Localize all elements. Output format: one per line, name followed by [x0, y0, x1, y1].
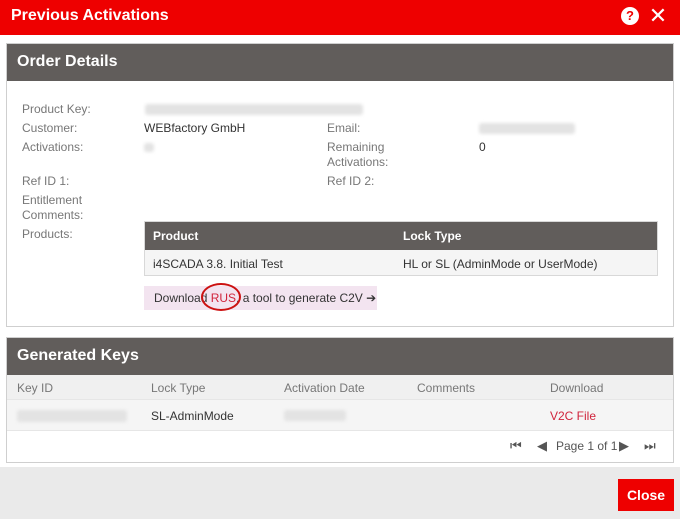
close-icon[interactable]: ✕ — [648, 4, 668, 28]
pagination: ⏮ ◀ Page 1 of 1 ▶ ⏭ — [7, 431, 673, 463]
download-rus-hint: Download RUS, a tool to generate C2V ➔ — [144, 283, 377, 311]
product-key-label: Product Key: — [22, 102, 91, 116]
col-comments[interactable]: Comments — [417, 381, 475, 395]
customer-label: Customer: — [22, 121, 78, 135]
col-download[interactable]: Download — [550, 381, 603, 395]
col-activation-date[interactable]: Activation Date — [284, 381, 365, 395]
page-indicator: Page 1 of 1 — [556, 439, 618, 453]
product-lock-type: HL or SL (AdminMode or UserMode) — [403, 257, 598, 271]
dialog-footer: Close — [0, 467, 680, 519]
keys-table-header: Key ID Lock Type Activation Date Comment… — [7, 375, 673, 399]
email-value-redacted — [479, 123, 575, 134]
highlight-circle-annotation — [201, 283, 241, 311]
products-label: Products: — [22, 227, 73, 241]
entitlement-label-line2: Comments: — [22, 208, 84, 222]
product-name: i4SCADA 3.8. Initial Test — [153, 257, 283, 271]
v2c-file-link[interactable]: V2C File — [550, 409, 596, 423]
email-label: Email: — [327, 121, 361, 135]
dialog-titlebar: Previous Activations ? ✕ — [0, 0, 680, 35]
table-row: SL-AdminMode V2C File — [7, 399, 673, 431]
dialog-body: Order Details Product Key: Customer: WEB… — [0, 35, 680, 467]
activations-value-redacted — [144, 143, 154, 152]
remaining-label-line1: Remaining — [327, 140, 385, 154]
last-page-icon[interactable]: ⏭ — [644, 438, 656, 454]
customer-value: WEBfactory GmbH — [144, 121, 246, 135]
dialog-title: Previous Activations — [11, 7, 169, 24]
first-page-icon[interactable]: ⏮ — [510, 438, 522, 454]
activation-date-redacted — [284, 410, 346, 421]
entitlement-label-line1: Entitlement — [22, 193, 83, 207]
col-product: Product — [153, 229, 199, 243]
products-table: Product Lock Type i4SCADA 3.8. Initial T… — [144, 221, 658, 276]
products-table-header: Product Lock Type — [145, 222, 657, 250]
close-button[interactable]: Close — [618, 479, 674, 511]
key-id-redacted — [17, 410, 127, 422]
generated-keys-panel: Generated Keys Key ID Lock Type Activati… — [6, 337, 674, 463]
activations-label: Activations: — [22, 140, 84, 154]
download-hint-suffix: , a tool to generate C2V — [236, 291, 367, 305]
prev-page-icon[interactable]: ◀ — [537, 438, 547, 454]
product-key-value-redacted — [145, 104, 363, 115]
next-page-icon[interactable]: ▶ — [619, 438, 629, 454]
col-key-id[interactable]: Key ID — [17, 381, 53, 395]
generated-keys-header: Generated Keys — [7, 338, 673, 375]
help-icon[interactable]: ? — [621, 7, 639, 25]
remaining-value: 0 — [479, 140, 486, 154]
order-details-panel: Order Details Product Key: Customer: WEB… — [6, 43, 674, 327]
col-lock-type: Lock Type — [403, 229, 462, 243]
ref-id-2-label: Ref ID 2: — [327, 174, 375, 188]
key-lock-type: SL-AdminMode — [151, 409, 234, 423]
table-row: i4SCADA 3.8. Initial Test HL or SL (Admi… — [145, 250, 657, 275]
ref-id-1-label: Ref ID 1: — [22, 174, 70, 188]
col-lock-type[interactable]: Lock Type — [151, 381, 205, 395]
arrow-right-icon: ➔ — [366, 291, 377, 305]
remaining-label-line2: Activations: — [327, 155, 389, 169]
order-details-header: Order Details — [7, 44, 673, 81]
